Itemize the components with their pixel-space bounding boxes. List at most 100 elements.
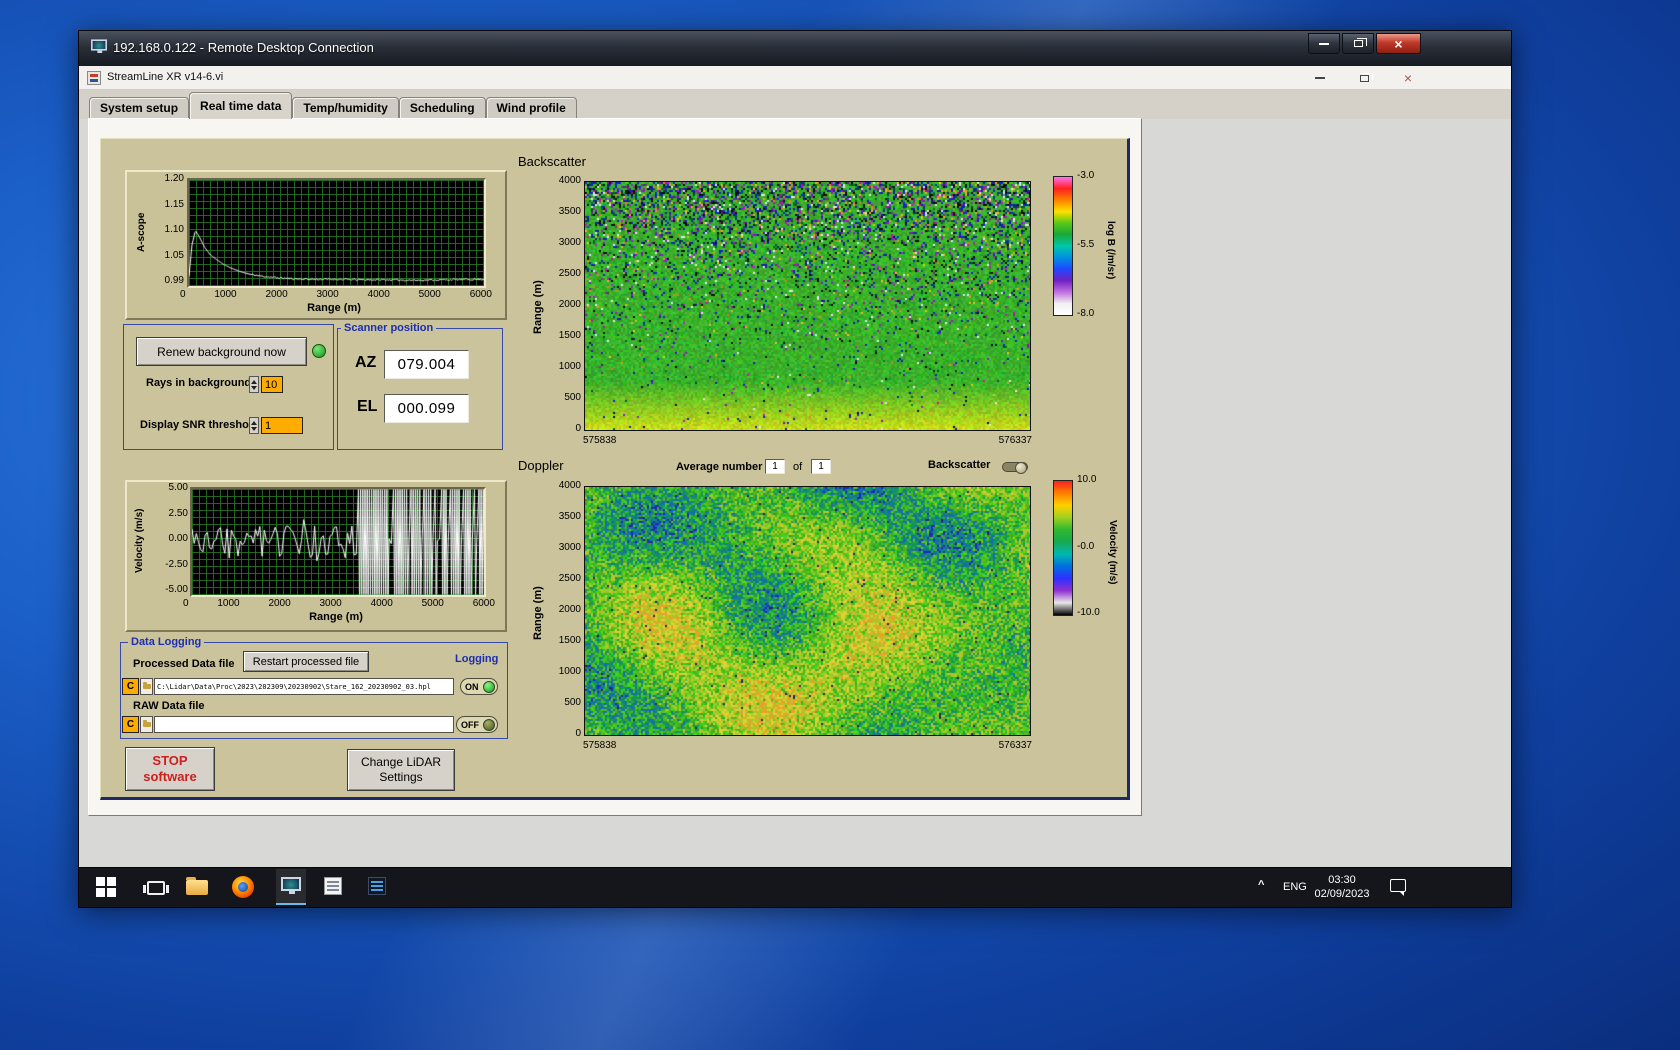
x-tick-label: 575838 [583,740,617,751]
x-tick-label: 2000 [265,289,288,300]
y-tick-label: 0 [575,423,581,434]
spin-up-icon [251,379,257,384]
stop-software-button[interactable]: STOP software [125,747,215,791]
app-close-button[interactable]: × [1393,68,1423,88]
taskbar-clock[interactable]: 03:30 02/09/2023 [1310,873,1374,901]
y-tick-label: 1500 [558,635,581,646]
tab-scheduling[interactable]: Scheduling [398,97,486,119]
rdp-minimize-button[interactable] [1308,33,1340,54]
x-tick-label: 575838 [583,435,617,446]
y-tick-label: -5.00 [165,584,188,595]
renew-background-button[interactable]: Renew background now [136,337,307,366]
ascope-x-ticks: 0 1000 2000 3000 4000 5000 6000 [180,290,492,300]
doppler-colorbar-label: Velocity (m/s) [1107,519,1118,585]
change-line1: Change LiDAR [360,755,442,769]
x-tick-label: 576337 [998,740,1032,751]
el-value: 000.099 [397,400,456,417]
minimize-icon [1319,42,1329,45]
x-tick-label: 6000 [469,289,492,300]
processed-logging-toggle[interactable]: ON [460,678,498,695]
snr-spinner[interactable] [249,417,259,434]
change-lidar-settings-button[interactable]: Change LiDAR Settings [347,749,455,791]
velocity-y-axis-label: Velocity (m/s) [134,508,145,574]
doppler-y-ticks: 4000 3500 3000 2500 2000 1500 1000 500 0 [548,481,581,739]
backscatter-toggle-label: Backscatter [928,459,991,471]
x-tick-label: 1000 [217,598,240,609]
backscatter-display-toggle[interactable] [1002,462,1028,474]
backscatter-title: Backscatter [518,154,586,169]
start-button[interactable] [94,875,118,899]
raw-browse-button[interactable] [140,716,153,733]
drive-letter: C [126,719,135,730]
app-restore-button[interactable] [1349,68,1379,88]
snr-threshold-field[interactable]: 1 [261,417,303,434]
restart-processed-file-label: Restart processed file [252,655,360,668]
y-tick-label: 4000 [558,175,581,186]
file-explorer-button[interactable] [186,877,208,895]
ascope-trace [189,180,484,286]
minimize-icon [1315,77,1325,79]
colorbar-tick-label: -0.0 [1077,540,1095,552]
clock-date: 02/09/2023 [1314,888,1370,900]
task-view-icon [143,881,169,895]
raw-path-field[interactable] [154,716,454,733]
rays-in-background-label: Rays in background [146,377,252,389]
app-window-title: StreamLine XR v14-6.vi [107,71,224,83]
app-list-button[interactable] [368,877,386,895]
app-titlebar[interactable]: StreamLine XR v14-6.vi × [79,66,1511,90]
task-view-button[interactable] [143,879,169,897]
restart-processed-file-button[interactable]: Restart processed file [243,651,369,672]
az-value-field[interactable]: 079.004 [384,350,469,379]
document-window-icon [324,877,342,895]
tab-wind-profile[interactable]: Wind profile [485,97,577,119]
ascope-y-ticks: 1.20 1.15 1.10 1.05 0.99 [148,174,184,286]
average-of-value: 1 [818,461,824,472]
average-of-field[interactable]: 1 [811,459,831,474]
y-tick-label: 500 [564,697,581,708]
monitor-icon [281,877,301,894]
y-tick-label: 1500 [558,330,581,341]
el-value-field[interactable]: 000.099 [384,394,469,423]
tab-system-setup[interactable]: System setup [89,97,190,119]
processed-path-field[interactable]: C:\Lidar\Data\Proc\2023\202309\20230902\… [154,678,454,695]
y-tick-label: 0.00 [168,533,188,544]
rdp-close-button[interactable]: × [1376,33,1421,54]
language-indicator[interactable]: ENG [1283,881,1307,893]
raw-logging-toggle[interactable]: OFF [456,716,498,733]
x-tick-label: 4000 [370,598,393,609]
doppler-colorbar [1053,480,1073,616]
tab-real-time-data[interactable]: Real time data [189,92,293,119]
average-number-field[interactable]: 1 [765,459,785,474]
y-tick-label: 3000 [558,237,581,248]
tray-chevron-icon[interactable]: ^ [1258,879,1264,891]
spin-down-icon [251,385,257,390]
scan-scheduler-button[interactable] [324,877,342,895]
stop-line1: STOP [152,753,188,768]
scanner-position-group [337,328,503,450]
notification-icon [1390,879,1406,896]
rdp-maximize-button[interactable] [1342,33,1374,54]
rdp-titlebar[interactable]: 192.168.0.122 - Remote Desktop Connectio… [79,31,1511,66]
rays-in-background-field[interactable]: 10 [261,376,283,393]
y-tick-label: 1.05 [164,249,184,261]
rays-spinner[interactable] [249,376,259,393]
folder-icon [142,720,151,727]
firefox-button[interactable] [232,876,254,898]
processed-browse-button[interactable] [140,678,153,695]
doppler-y-axis-label: Range (m) [532,586,544,641]
y-tick-label: 500 [564,392,581,403]
rdp-taskbar-button[interactable] [276,869,306,905]
y-tick-label: 1.15 [164,198,184,210]
colorbar-tick-label: -10.0 [1077,607,1100,618]
az-label: AZ [355,354,377,371]
processed-drive-selector[interactable]: C [122,678,139,695]
app-icon [87,71,101,85]
app-minimize-button[interactable] [1305,68,1335,88]
raw-drive-selector[interactable]: C [122,716,139,733]
x-tick-label: 0 [180,289,186,300]
y-tick-label: 1000 [558,666,581,677]
action-center-button[interactable] [1390,879,1406,896]
velocity-x-axis-label: Range (m) [309,611,363,623]
tab-temp-humidity[interactable]: Temp/humidity [292,97,399,119]
y-tick-label: 3500 [558,511,581,522]
